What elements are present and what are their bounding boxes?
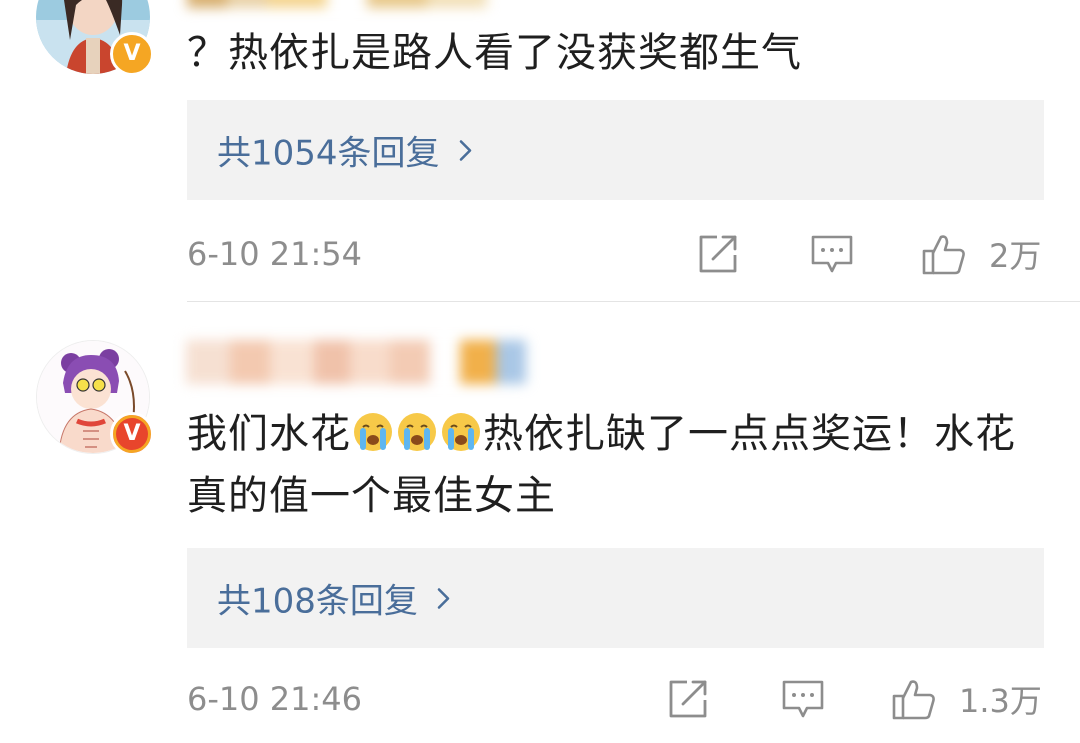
comment-feed: V ？热依扎是路人看了没获奖都生气 共1054条回复 6-10 21:54 2万: [0, 0, 1080, 743]
comment-meta: 6-10 21:46 1.3万: [187, 669, 1047, 729]
share-icon[interactable]: [695, 231, 741, 277]
comment-text: 我们水花 热依扎缺了一点点奖运！水花真的值一个最佳女主: [187, 403, 1047, 527]
divider: [187, 301, 1080, 302]
view-replies-link[interactable]: 共108条回复: [217, 574, 456, 623]
chevron-right-icon: [459, 139, 471, 161]
username-blurred[interactable]: [186, 340, 526, 384]
avatar[interactable]: V: [36, 340, 154, 456]
crying-face-icon: [398, 413, 436, 451]
chevron-right-icon: [437, 587, 450, 609]
reply-box[interactable]: 共108条回复: [187, 548, 1044, 648]
comment-meta: 6-10 21:54 2万: [187, 224, 1047, 284]
share-icon[interactable]: [665, 676, 711, 722]
replies-label: 共1054条回复: [217, 133, 440, 174]
comment-icon[interactable]: [780, 676, 826, 722]
thumbs-up-icon[interactable]: [891, 676, 937, 722]
verified-badge: V: [110, 412, 154, 456]
reply-box[interactable]: 共1054条回复: [187, 100, 1044, 200]
like-count: 1.3万: [959, 682, 1042, 720]
comment-text-part1: 我们水花: [187, 411, 351, 457]
verified-badge: V: [110, 32, 154, 76]
timestamp: 6-10 21:54: [187, 235, 363, 273]
avatar[interactable]: V: [36, 0, 154, 76]
timestamp: 6-10 21:46: [187, 680, 363, 718]
crying-face-icon: [442, 413, 480, 451]
view-replies-link[interactable]: 共1054条回复: [217, 126, 478, 175]
username-blurred[interactable]: [187, 0, 527, 8]
thumbs-up-icon[interactable]: [921, 231, 967, 277]
like-count: 2万: [989, 237, 1042, 275]
comment-icon[interactable]: [809, 231, 855, 277]
crying-face-icon: [354, 413, 392, 451]
comment-text: ？热依扎是路人看了没获奖都生气: [187, 30, 802, 76]
replies-label: 共108条回复: [217, 581, 418, 622]
